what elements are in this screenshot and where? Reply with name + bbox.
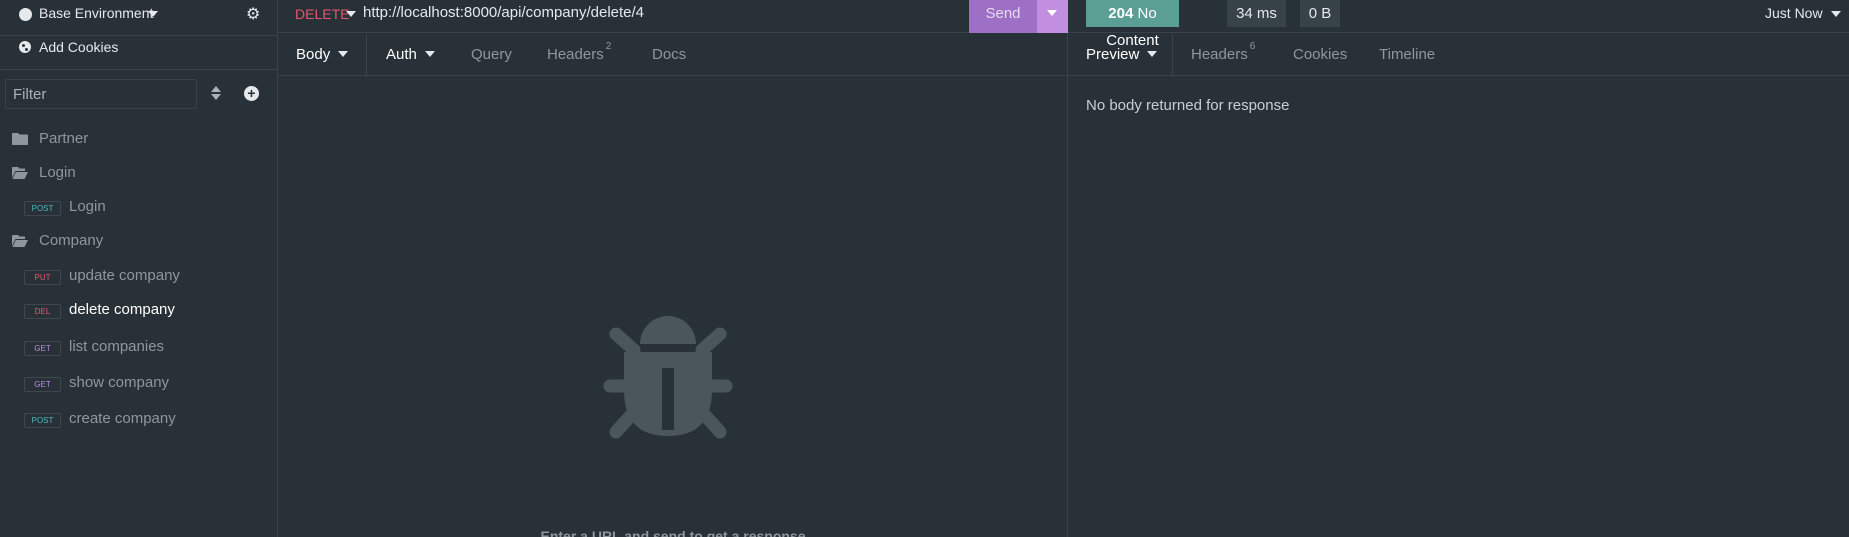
no-body-message: No body returned for response [1086,97,1290,114]
sidebar-request-show-company[interactable]: GET show company [0,369,278,399]
filter-row: + [0,76,278,112]
folder-label: Login [39,164,76,181]
folder-open-icon [12,235,28,247]
status-code: 204 [1108,5,1134,22]
request-label: delete company [69,301,175,318]
response-pane: 204 No Content 34 ms 0 B Just Now Previe… [1068,0,1849,537]
chevron-down-icon[interactable] [346,11,356,17]
tab-auth[interactable]: Auth [386,34,435,76]
tab-divider [1172,34,1173,77]
response-status-bar: 204 No Content 34 ms 0 B Just Now [1068,0,1849,49]
chevron-down-icon[interactable] [1831,11,1841,17]
tab-label: Body [296,46,331,63]
tab-label: Auth [386,46,417,63]
url-input[interactable]: http://localhost:8000/api/company/delete… [363,4,644,21]
headers-count: 2 [605,41,612,52]
method-badge: GET [24,377,61,392]
sidebar-request-create-company[interactable]: POST create company [0,405,278,435]
chevron-down-icon [148,11,158,17]
sidebar-request-login[interactable]: POST Login [0,193,278,223]
headers-count: 6 [1249,41,1256,52]
tab-query[interactable]: Query [471,34,512,76]
folder-open-icon [12,167,28,179]
environment-color-icon [19,8,32,21]
tab-timeline[interactable]: Timeline [1379,34,1435,76]
send-button[interactable]: Send [969,0,1037,33]
tab-divider [366,34,367,77]
status-badge: 204 No Content [1086,0,1179,49]
add-cookies-button[interactable]: Add Cookies [0,30,278,66]
sidebar-divider [0,69,277,70]
response-tabs: Preview Headers 6 Cookies Timeline [1068,34,1849,76]
tab-docs[interactable]: Docs [652,34,686,76]
response-size-badge: 0 B [1300,0,1340,27]
gear-icon[interactable]: ⚙ [246,4,260,24]
response-time-badge: 34 ms [1227,0,1286,27]
method-badge: POST [24,413,61,428]
sort-icon[interactable] [210,85,222,101]
sidebar-folder-company[interactable]: Company [0,227,278,257]
environment-label: Base Environment [39,5,154,21]
folder-label: Company [39,232,104,249]
response-history-dropdown[interactable]: Just Now [1765,5,1823,21]
method-badge: PUT [24,270,61,285]
chevron-down-icon [1047,10,1057,16]
request-label: list companies [69,338,165,355]
bug-icon [603,316,733,439]
chevron-down-icon [338,51,349,57]
insomnia-app: Base Environment ⚙ Add Cookies + Partner [0,0,1849,537]
tab-label: Docs [652,46,687,63]
folder-icon [12,133,28,145]
request-label: update company [69,267,180,284]
tab-label: Preview [1086,46,1140,63]
tab-cookies[interactable]: Cookies [1293,34,1347,76]
method-badge: POST [24,201,61,216]
method-badge: DEL [24,304,61,319]
filter-input[interactable] [5,79,197,109]
tab-headers[interactable]: Headers 2 [547,34,611,76]
method-select[interactable]: DELETE [295,6,349,22]
add-circle-icon[interactable]: + [244,86,259,101]
tab-label: Headers [1191,46,1248,63]
tab-body[interactable]: Body [296,34,349,76]
empty-state-hint: Enter a URL and send to get a response [540,528,806,537]
tab-preview[interactable]: Preview [1086,34,1158,76]
sidebar-folder-login[interactable]: Login [0,159,278,189]
method-badge: GET [24,341,61,356]
chevron-down-icon [1147,51,1158,57]
sidebar-folder-partner[interactable]: Partner [0,125,278,155]
tab-label: Timeline [1379,46,1436,63]
sidebar: Base Environment ⚙ Add Cookies + Partner [0,0,278,537]
request-pane: DELETE http://localhost:8000/api/company… [278,0,1068,537]
folder-label: Partner [39,130,89,147]
sidebar-request-delete-company[interactable]: DEL delete company [0,296,278,326]
tab-response-headers[interactable]: Headers 6 [1191,34,1255,76]
request-label: Login [69,198,106,215]
send-options-button[interactable] [1037,0,1068,33]
tab-label: Headers [547,46,604,63]
chevron-down-icon [424,51,435,57]
url-bar: DELETE http://localhost:8000/api/company… [278,0,1068,33]
request-tabs: Body Auth Query Headers 2 Docs [278,34,1068,76]
request-label: show company [69,374,170,391]
add-cookies-label: Add Cookies [39,39,119,55]
sidebar-request-update-company[interactable]: PUT update company [0,262,278,292]
cookie-icon [19,41,31,53]
request-label: create company [69,410,176,427]
tab-label: Query [471,46,512,63]
sidebar-request-list-companies[interactable]: GET list companies [0,333,278,363]
tab-label: Cookies [1293,46,1348,63]
